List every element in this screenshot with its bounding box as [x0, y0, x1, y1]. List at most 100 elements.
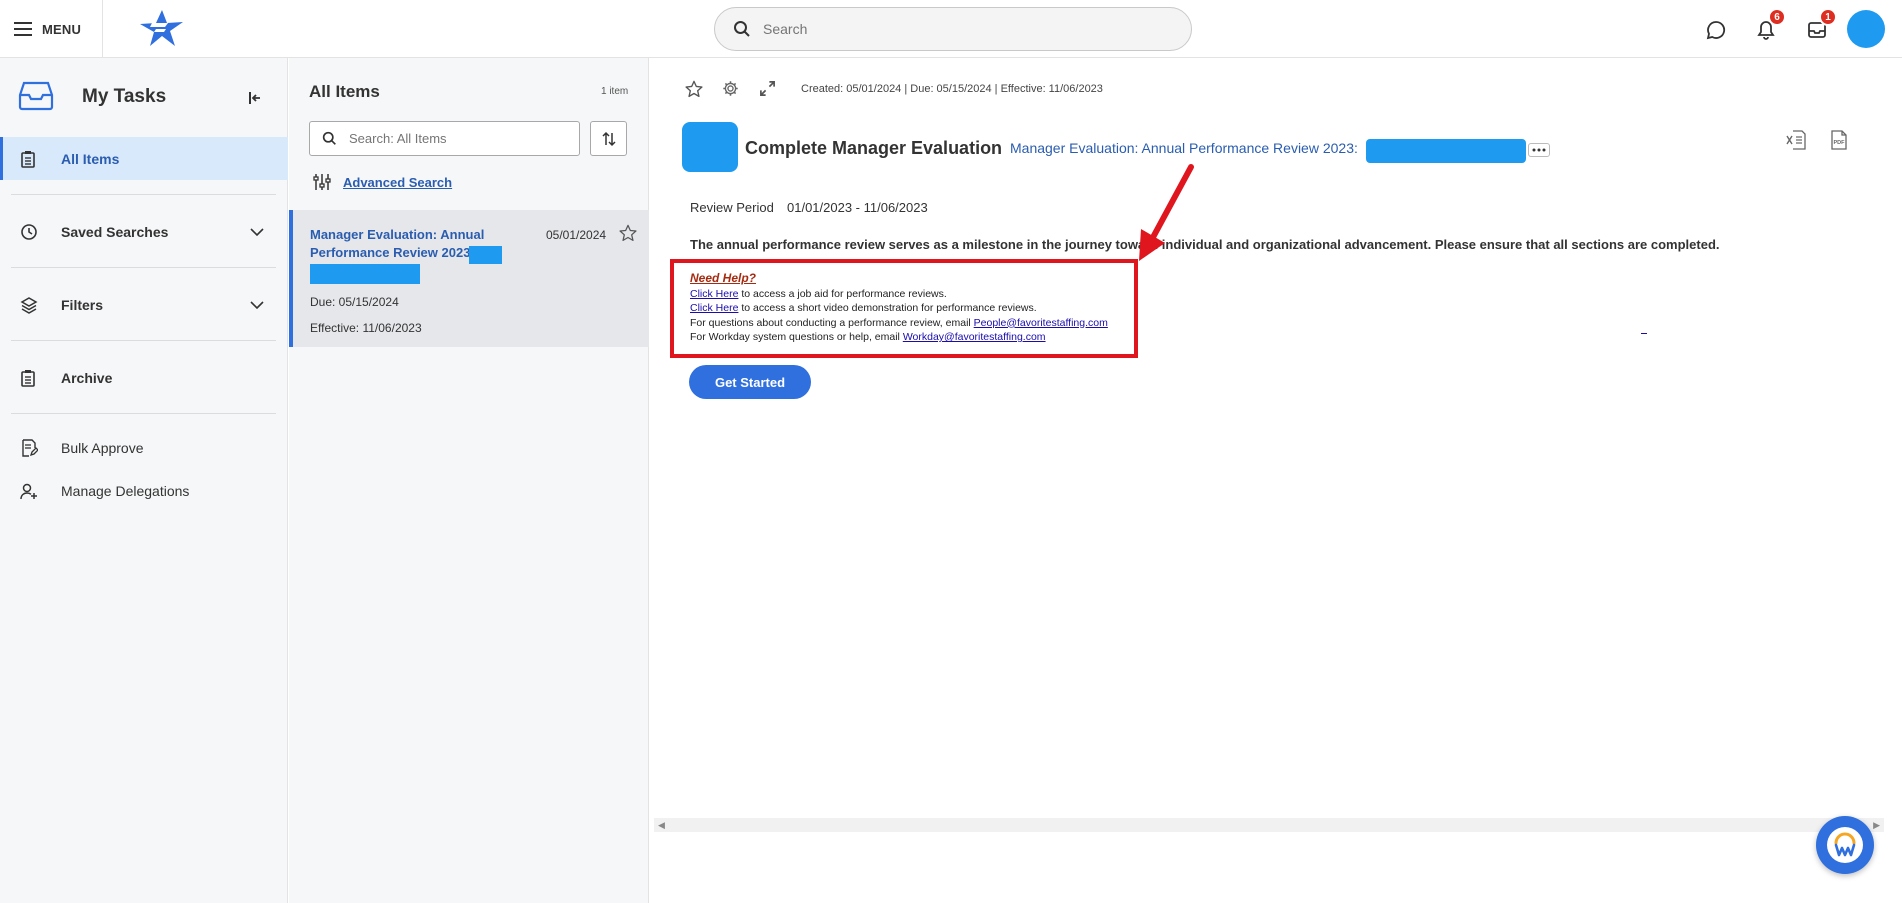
more-options-button[interactable] — [1528, 143, 1550, 157]
sidebar-item-bulk-approve[interactable]: Bulk Approve — [0, 428, 288, 468]
svg-text:PDF: PDF — [1834, 140, 1846, 146]
document-edit-icon — [20, 439, 38, 457]
help-line-text: to access a short video demonstration fo… — [738, 302, 1037, 314]
help-line-text: For Workday system questions or help, em… — [690, 331, 903, 343]
list-title: All Items — [309, 82, 380, 101]
job-aid-link[interactable]: Click Here — [690, 288, 738, 300]
sort-button[interactable] — [590, 121, 627, 156]
help-line: Click Here to access a job aid for perfo… — [690, 287, 1108, 302]
sidebar-item-all-items[interactable]: All Items — [0, 137, 288, 180]
task-list-item[interactable]: Manager Evaluation: Annual Performance R… — [289, 210, 649, 347]
list-search[interactable] — [309, 121, 580, 156]
inbox-badge: 1 — [1819, 8, 1837, 26]
sidebar-header: My Tasks — [0, 58, 288, 136]
global-search-input[interactable] — [763, 21, 1143, 37]
menu-label: MENU — [42, 21, 82, 37]
sidebar-item-label: Bulk Approve — [61, 440, 144, 456]
task-list-pane: All Items 1 item Advanced Search Manager… — [289, 58, 649, 903]
workday-assistant-button[interactable] — [1816, 816, 1874, 874]
list-count: 1 item — [601, 86, 629, 97]
task-due: Due: 05/15/2024 — [310, 295, 399, 309]
need-help-highlight: Need Help? Click Here to access a job ai… — [670, 259, 1138, 358]
help-line: For questions about conducting a perform… — [690, 316, 1108, 331]
review-period-value: 01/01/2023 - 11/06/2023 — [787, 200, 928, 215]
sidebar: My Tasks All Items Saved Searches Filter… — [0, 58, 288, 903]
page-title: Complete Manager Evaluation — [745, 138, 1003, 158]
global-search[interactable] — [714, 7, 1192, 51]
history-icon — [20, 223, 38, 241]
task-detail: Created: 05/01/2024 | Due: 05/15/2024 | … — [650, 58, 1902, 903]
need-help-title: Need Help? — [690, 271, 757, 285]
divider — [11, 413, 276, 414]
redacted-block — [469, 246, 502, 264]
red-arrow-annotation — [1135, 163, 1195, 268]
inbox-button[interactable]: 1 — [1803, 8, 1837, 44]
sidebar-item-saved-searches[interactable]: Saved Searches — [0, 210, 288, 254]
star-icon[interactable] — [685, 80, 703, 103]
export-excel-icon[interactable] — [1786, 130, 1806, 155]
divider — [11, 267, 276, 268]
user-add-icon — [20, 482, 38, 500]
chevron-down-icon[interactable] — [250, 296, 264, 314]
task-meta: Created: 05/01/2024 | Due: 05/15/2024 | … — [801, 83, 1103, 95]
sidebar-item-label: Saved Searches — [61, 224, 169, 240]
divider — [11, 194, 276, 195]
star-icon[interactable] — [619, 224, 637, 247]
workday-email-link[interactable]: Workday@favoritestaffing.com — [903, 331, 1046, 343]
help-line: Click Here to access a short video demon… — [690, 301, 1108, 316]
intro-text: The annual performance review serves as … — [690, 237, 1720, 252]
clipboard-icon — [20, 369, 36, 387]
gear-icon[interactable] — [722, 80, 739, 102]
sidebar-item-label: Filters — [61, 297, 104, 313]
people-email-link[interactable]: People@favoritestaffing.com — [974, 317, 1108, 329]
get-started-button[interactable]: Get Started — [689, 365, 811, 399]
task-effective: Effective: 11/06/2023 — [310, 321, 422, 335]
scroll-right-icon[interactable]: ▶ — [1873, 820, 1880, 831]
horizontal-scrollbar[interactable]: ◀ ▶ — [654, 818, 1884, 832]
scroll-left-icon[interactable]: ◀ — [658, 820, 665, 831]
redacted-block — [1366, 139, 1526, 163]
workday-logo-icon — [1827, 827, 1863, 863]
clipboard-icon — [20, 150, 36, 168]
search-icon — [322, 131, 336, 145]
menu-button[interactable]: MENU — [14, 17, 81, 41]
hidden-link[interactable] — [1641, 333, 1647, 334]
sidebar-item-archive[interactable]: Archive — [0, 356, 288, 400]
ellipsis-icon — [1532, 148, 1546, 152]
task-date: 05/01/2024 — [546, 228, 607, 242]
expand-icon[interactable] — [759, 80, 776, 102]
top-bar: MENU 6 1 — [0, 0, 1902, 58]
hamburger-icon — [14, 22, 32, 36]
sidebar-item-label: Manage Delegations — [61, 483, 190, 499]
divider — [102, 0, 103, 58]
chat-button[interactable] — [1702, 16, 1730, 44]
sidebar-title: My Tasks — [82, 86, 167, 107]
sidebar-item-manage-delegations[interactable]: Manage Delegations — [0, 471, 288, 511]
help-line-text: For questions about conducting a perform… — [690, 316, 974, 329]
sidebar-item-label: All Items — [61, 150, 120, 167]
sidebar-item-filters[interactable]: Filters — [0, 283, 288, 327]
employee-avatar — [682, 122, 738, 172]
layers-icon — [20, 296, 38, 314]
search-icon — [734, 21, 750, 37]
evaluation-link[interactable]: Manager Evaluation: Annual Performance R… — [1010, 140, 1358, 156]
collapse-sidebar-icon[interactable] — [248, 91, 262, 105]
sliders-icon — [313, 174, 331, 190]
video-demo-link[interactable]: Click Here — [690, 302, 738, 314]
user-avatar[interactable] — [1847, 10, 1885, 48]
notifications-button[interactable]: 6 — [1752, 8, 1786, 44]
review-period-label: Review Period — [690, 200, 774, 215]
sidebar-item-label: Archive — [61, 370, 113, 386]
company-logo[interactable] — [138, 10, 184, 53]
redacted-block — [310, 264, 420, 284]
need-help-section: Need Help? Click Here to access a job ai… — [690, 271, 1108, 345]
sort-icon — [601, 131, 616, 146]
list-search-input[interactable] — [349, 131, 549, 146]
notifications-badge: 6 — [1768, 8, 1786, 26]
advanced-search-link[interactable]: Advanced Search — [343, 175, 452, 190]
chevron-down-icon[interactable] — [250, 223, 264, 241]
task-title[interactable]: Manager Evaluation: Annual Performance R… — [310, 226, 490, 262]
help-line-text: to access a job aid for performance revi… — [738, 287, 947, 300]
export-pdf-icon[interactable]: PDF — [1829, 130, 1849, 155]
advanced-search[interactable]: Advanced Search — [313, 173, 452, 191]
